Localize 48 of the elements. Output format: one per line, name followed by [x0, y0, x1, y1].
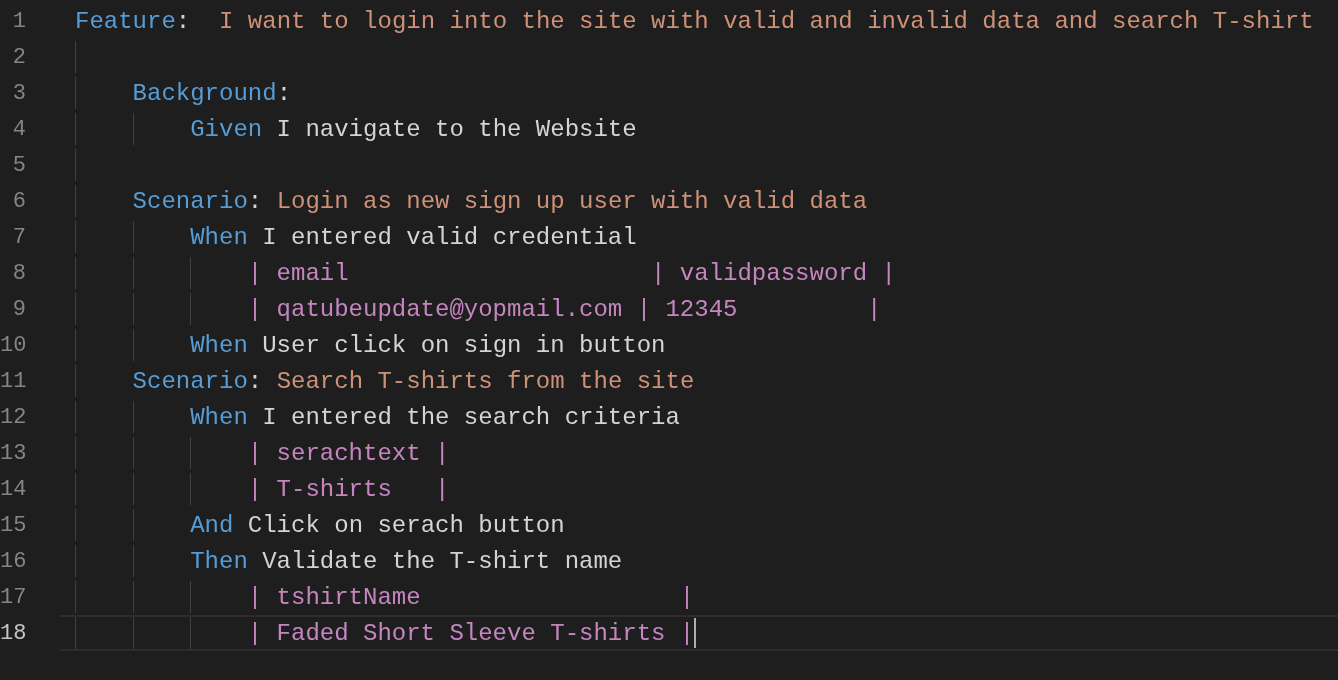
table-row-text: | email | validpassword | [247, 259, 896, 287]
step-text: : [276, 79, 292, 107]
table-row-text: | serachtext | [247, 439, 450, 467]
line-number: 5 [11, 152, 26, 178]
step-text: : [247, 367, 264, 395]
gherkin-keyword: Scenario [132, 187, 248, 215]
table-row-text: | T-shirts | [247, 475, 450, 503]
gherkin-keyword: Feature [75, 7, 176, 35]
gherkin-keyword: Given [190, 115, 263, 143]
line-number: 3 [11, 80, 26, 106]
line-number: 6 [11, 188, 26, 214]
step-text: : [247, 187, 264, 215]
line-number: 18 [0, 620, 26, 646]
line-number: 11 [0, 368, 26, 394]
gherkin-keyword: Then [190, 547, 248, 575]
step-text: I entered valid credential [261, 223, 637, 251]
title-text: Login as new sign up user with valid data [276, 187, 868, 215]
line-number: 2 [11, 44, 26, 70]
step-text: User click on sign in button [261, 331, 666, 359]
line-number: 13 [0, 440, 26, 466]
line-number: 4 [11, 116, 26, 142]
line-number: 10 [0, 332, 26, 358]
table-row-text: | qatubeupdate@yopmail.com | 12345 | [247, 295, 882, 323]
line-number: 15 [0, 512, 26, 538]
table-row-text: | tshirtName | [247, 583, 695, 611]
gherkin-keyword: Scenario [132, 367, 248, 395]
line-number: 12 [0, 404, 26, 430]
line-number: 9 [11, 296, 26, 322]
line-number: 16 [0, 548, 26, 574]
table-row-text: | Faded Short Sleeve T-shirts | [247, 619, 695, 647]
step-text: Click on serach button [246, 511, 565, 539]
step-text: : [175, 7, 192, 35]
gherkin-keyword: And [190, 511, 234, 539]
line-number: 7 [11, 224, 26, 250]
gherkin-keyword: When [190, 223, 248, 251]
line-number: 17 [0, 584, 26, 610]
gherkin-keyword: When [190, 331, 248, 359]
title-text: I want to login into the site with valid and invalid data and search T-shirt [219, 7, 1314, 35]
line-number: 8 [11, 260, 26, 286]
step-text: Validate the T-shirt name [261, 547, 623, 575]
gherkin-keyword: Background [132, 79, 277, 107]
line-number: 14 [0, 476, 26, 502]
step-text: I entered the search criteria [261, 403, 680, 431]
line-number: 1 [11, 8, 26, 34]
step-text: I navigate to the Website [275, 115, 637, 143]
gherkin-keyword: When [190, 403, 248, 431]
text-cursor [694, 618, 697, 648]
title-text: Search T-shirts from the site [276, 367, 695, 395]
